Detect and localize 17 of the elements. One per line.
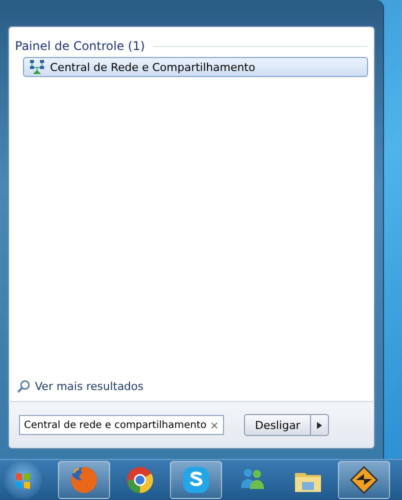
search-field[interactable]: Central de rede e compartilhamento ×: [19, 415, 224, 435]
shutdown-options-button[interactable]: [311, 414, 330, 436]
search-icon: [17, 380, 30, 393]
chat-s-icon: [180, 464, 212, 496]
taskbar-button[interactable]: [170, 461, 222, 499]
caret-icon: [317, 422, 322, 428]
clear-button[interactable]: ×: [206, 418, 219, 432]
group-heading: Painel de Controle (1): [15, 39, 145, 53]
network-icon: [30, 60, 44, 74]
browser-icon: [68, 464, 100, 496]
lightning-icon: [348, 464, 380, 496]
taskbar-button[interactable]: [338, 461, 390, 499]
start-button[interactable]: [4, 461, 42, 499]
more-results-link[interactable]: Ver mais resultados: [35, 380, 144, 393]
result-item[interactable]: Central de Rede e Compartilhamento: [23, 57, 368, 77]
browser-icon: [124, 464, 156, 496]
shutdown-button[interactable]: Desligar: [244, 414, 312, 436]
